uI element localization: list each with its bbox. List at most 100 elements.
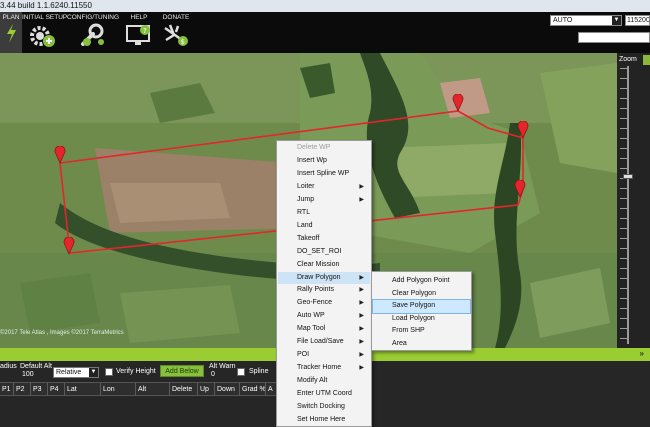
flight-mode-select[interactable]: AUTO ▼ — [550, 15, 622, 26]
menu-item-label: Enter UTM Coord — [297, 390, 352, 398]
menu-item-rtl[interactable]: RTL — [278, 207, 370, 220]
menu-item-set-home-here[interactable]: Set Home Here — [278, 414, 370, 427]
altitude-mode-select[interactable]: Relative ▼ — [53, 367, 99, 378]
submenu-item-clear-polygon[interactable]: Clear Polygon — [373, 288, 470, 301]
zoom-slider-track[interactable] — [627, 66, 629, 344]
column-header: Lon — [101, 383, 136, 396]
menu-item-file-load-save[interactable]: File Load/Save ▶ — [278, 336, 370, 349]
column-header: P4 — [48, 383, 65, 396]
collapse-icon[interactable]: » — [640, 349, 644, 358]
menu-item-label: DO_SET_ROI — [297, 247, 342, 255]
menu-item-label: Map Tool — [297, 325, 326, 333]
menu-item-enter-utm-coord[interactable]: Enter UTM Coord — [278, 388, 370, 401]
svg-text:$: $ — [181, 38, 185, 46]
verify-height-checkbox[interactable] — [105, 368, 113, 376]
submenu-arrow-icon: ▶ — [359, 352, 364, 359]
chevron-down-icon: ▼ — [612, 16, 621, 25]
menu-item-rally-points[interactable]: Rally Points ▶ — [278, 284, 370, 297]
column-header: Delete — [170, 383, 198, 396]
menu-item-label: Loiter — [297, 182, 315, 190]
setup-gear-icon — [30, 26, 55, 47]
waypoint-marker[interactable] — [63, 237, 75, 255]
menu-item-loiter[interactable]: Loiter ▶ — [278, 181, 370, 194]
spline-checkbox[interactable] — [237, 368, 245, 376]
svg-text:?: ? — [143, 27, 147, 35]
menu-item-label: Auto WP — [297, 312, 325, 320]
menu-item-draw-polygon[interactable]: Draw Polygon ▶ — [278, 271, 370, 284]
zoom-label: Zoom — [619, 56, 637, 63]
submenu-item-label: From SHP — [392, 327, 425, 334]
submenu-item-add-polygon-point[interactable]: Add Polygon Point — [373, 275, 470, 288]
zoom-slider-thumb[interactable] — [623, 174, 633, 179]
submenu-item-save-polygon[interactable]: Save Polygon — [372, 299, 471, 314]
menu-config-tuning-label: CONFIG/TUNING — [67, 14, 119, 21]
waypoint-marker[interactable] — [54, 146, 66, 164]
menu-item-do-set-roi[interactable]: DO_SET_ROI — [278, 246, 370, 259]
help-monitor-icon: ? — [126, 25, 150, 45]
column-header: Lat — [65, 383, 101, 396]
menu-item-label: Takeoff — [297, 234, 320, 242]
connection-field[interactable] — [578, 32, 650, 43]
submenu-item-area[interactable]: Area — [373, 338, 470, 351]
alt-warn-label: Alt Warn — [209, 363, 236, 370]
baud-rate-select[interactable]: 115200 — [625, 15, 650, 26]
menu-item-clear-mission[interactable]: Clear Mission — [278, 259, 370, 272]
submenu-item-from-shp[interactable]: From SHP — [373, 325, 470, 338]
waypoint-table-header: P1 P2 P3 P4 Lat Lon Alt Delete Up Down G… — [0, 382, 300, 396]
menu-item-map-tool[interactable]: Map Tool ▶ — [278, 323, 370, 336]
menu-item-poi[interactable]: POI ▶ — [278, 349, 370, 362]
alt-warn-value[interactable]: 0 — [211, 371, 215, 378]
menu-item-switch-docking[interactable]: Switch Docking — [278, 401, 370, 414]
menu-item-insert-spline-wp[interactable]: Insert Spline WP — [278, 168, 370, 181]
menu-item-geo-fence[interactable]: Geo-Fence ▶ — [278, 297, 370, 310]
menu-item-label: Tracker Home — [297, 364, 342, 372]
menu-item-takeoff[interactable]: Takeoff — [278, 233, 370, 246]
submenu-item-label: Area — [392, 339, 407, 347]
menu-item-jump[interactable]: Jump ▶ — [278, 194, 370, 207]
menu-donate[interactable]: DONATE $ — [158, 12, 194, 53]
menu-item-insert-wp[interactable]: Insert Wp — [278, 155, 370, 168]
zoom-ticks — [620, 68, 642, 344]
menu-donate-label: DONATE — [162, 14, 190, 21]
menu-item-label: Rally Points — [297, 286, 334, 294]
waypoint-marker[interactable] — [514, 180, 526, 198]
submenu-arrow-icon: ▶ — [359, 274, 364, 281]
column-header: Up — [198, 383, 215, 396]
menu-item-auto-wp[interactable]: Auto WP ▶ — [278, 310, 370, 323]
column-header: P2 — [14, 383, 31, 396]
column-header: P1 — [0, 383, 14, 396]
submenu-item-load-polygon[interactable]: Load Polygon — [373, 313, 470, 326]
waypoint-marker[interactable] — [452, 94, 464, 112]
menu-item-label: RTL — [297, 208, 311, 216]
menu-item-label: POI — [297, 351, 310, 359]
submenu-arrow-icon: ▶ — [359, 313, 364, 320]
default-alt-value[interactable]: 100 — [22, 371, 34, 378]
menu-initial-setup-label: INITIAL SETUP — [22, 14, 68, 21]
menu-flight-plan[interactable]: PLAN — [0, 12, 22, 53]
submenu-item-label: Clear Polygon — [392, 289, 436, 297]
baud-rate-value: 115200 — [627, 17, 650, 24]
menu-help[interactable]: HELP ? — [122, 12, 156, 53]
menu-item-land[interactable]: Land — [278, 220, 370, 233]
map-copyright: ©2017 Tele Atlas , Images ©2017 TerraMet… — [0, 330, 124, 336]
submenu-arrow-icon: ▶ — [359, 326, 364, 333]
menu-config-tuning[interactable]: CONFIG/TUNING — [66, 12, 120, 53]
submenu-arrow-icon: ▶ — [359, 339, 364, 346]
menu-help-label: HELP — [130, 14, 148, 21]
menu-item-delete-wp: Delete WP — [278, 142, 370, 155]
submenu-arrow-icon: ▶ — [359, 183, 364, 190]
menu-item-label: Jump — [297, 195, 315, 203]
flight-plan-icon — [7, 24, 16, 43]
menu-item-modify-alt[interactable]: Modify Alt — [278, 375, 370, 388]
window-title: 3.44 build 1.1.6240.11550 — [0, 1, 92, 10]
menu-item-tracker-home[interactable]: Tracker Home ▶ — [278, 362, 370, 375]
menu-item-label: Clear Mission — [297, 260, 340, 268]
add-below-button[interactable]: Add Below — [160, 365, 204, 377]
submenu-item-label: Add Polygon Point — [392, 277, 450, 284]
menu-item-label: Land — [297, 221, 313, 229]
waypoint-marker[interactable] — [517, 121, 529, 139]
menu-initial-setup[interactable]: INITIAL SETUP — [22, 12, 68, 53]
menu-item-label: Set Home Here — [297, 415, 346, 423]
chevron-down-icon: ▼ — [89, 368, 98, 377]
column-header: P3 — [31, 383, 48, 396]
